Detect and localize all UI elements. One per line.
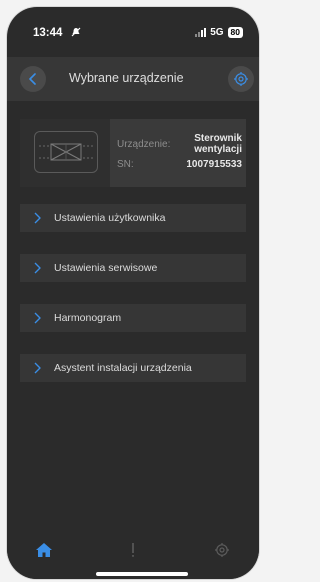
menu-item-label: Ustawienia użytkownika — [54, 212, 166, 224]
status-bar: 13:44 5G 80 — [7, 7, 259, 51]
device-image — [20, 119, 110, 187]
chevron-right-icon — [26, 362, 50, 374]
status-time: 13:44 — [33, 27, 63, 39]
chevron-right-icon — [26, 262, 50, 274]
network-type: 5G — [210, 27, 224, 38]
device-card: Urządzenie: Sterownik wentylacji SN: 100… — [20, 119, 246, 187]
device-label: Urządzenie: — [117, 139, 171, 150]
device-name-line2: wentylacji — [194, 144, 242, 155]
bottom-tab-bar — [7, 523, 259, 579]
menu-item-label: Asystent instalacji urządzenia — [54, 362, 192, 374]
tab-alerts[interactable] — [118, 535, 148, 565]
menu-item-service-settings[interactable]: Ustawienia serwisowe — [20, 254, 246, 282]
page-title: Wybrane urządzenie — [69, 71, 184, 85]
gear-icon — [215, 543, 229, 557]
tab-home[interactable] — [29, 535, 59, 565]
menu-item-installation-assistant[interactable]: Asystent instalacji urządzenia — [20, 354, 246, 382]
menu-item-user-settings[interactable]: Ustawienia użytkownika — [20, 204, 246, 232]
menu-item-label: Harmonogram — [54, 312, 122, 324]
chevron-right-icon — [26, 212, 50, 224]
bell-muted-icon — [71, 27, 81, 40]
home-indicator[interactable] — [96, 572, 188, 576]
device-name-line1: Sterownik — [194, 133, 242, 144]
gear-icon — [234, 72, 248, 86]
battery-level: 80 — [227, 27, 243, 38]
back-button[interactable] — [20, 66, 46, 92]
exclamation-icon — [132, 543, 134, 557]
chevron-left-icon — [29, 73, 36, 85]
home-icon — [36, 543, 52, 557]
menu-item-schedule[interactable]: Harmonogram — [20, 304, 246, 332]
ventilation-unit-icon — [34, 131, 98, 173]
signal-icon — [195, 28, 207, 37]
settings-button[interactable] — [228, 66, 254, 92]
phone-frame: 13:44 5G 80 Wybrane urządzenie Urządzeni… — [7, 7, 259, 579]
tab-settings[interactable] — [207, 535, 237, 565]
status-indicators: 5G 80 — [195, 27, 243, 38]
serial-value: 1007915533 — [186, 159, 242, 170]
menu-item-label: Ustawienia serwisowe — [54, 262, 158, 274]
top-header: Wybrane urządzenie — [7, 57, 259, 101]
serial-label: SN: — [117, 159, 134, 170]
chevron-right-icon — [26, 312, 50, 324]
